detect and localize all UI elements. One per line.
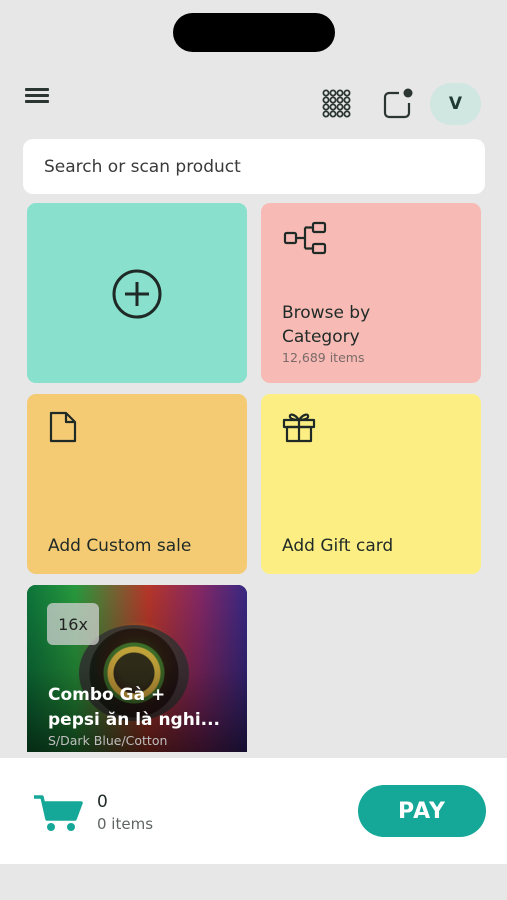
cart-icon[interactable] xyxy=(33,793,85,833)
pay-button[interactable]: PAY xyxy=(358,785,486,837)
product-name: Combo Gà + pepsi ăn là nghi... xyxy=(48,683,238,733)
browse-title-line1: Browse by xyxy=(282,303,371,323)
avatar[interactable]: V xyxy=(430,83,481,125)
product-name-line2: pepsi ăn là nghi... xyxy=(48,710,221,730)
add-circle-icon xyxy=(112,269,162,319)
cart-bar: 0 0 items PAY xyxy=(0,758,507,864)
quantity-badge: 16x xyxy=(47,603,99,645)
browse-title-line2: Category xyxy=(282,327,360,347)
browse-item-count: 12,689 items xyxy=(282,350,365,365)
apps-grid-icon[interactable] xyxy=(321,88,353,120)
gift-card-tile[interactable]: Add Gift card xyxy=(261,394,481,574)
gift-card-title: Add Gift card xyxy=(282,536,394,556)
add-product-tile[interactable] xyxy=(27,203,247,383)
cart-items-label: 0 items xyxy=(97,815,154,833)
product-tile[interactable]: 16x Combo Gà + pepsi ăn là nghi... S/Dar… xyxy=(27,585,247,752)
menu-icon[interactable] xyxy=(25,88,49,104)
search-input[interactable] xyxy=(42,155,466,178)
browse-category-tile[interactable]: Browse by Category 12,689 items xyxy=(261,203,481,383)
top-bar: V xyxy=(0,80,507,126)
product-variant: S/Dark Blue/Cotton xyxy=(48,733,168,748)
gift-icon xyxy=(282,413,316,443)
custom-sale-tile[interactable]: Add Custom sale xyxy=(27,394,247,574)
product-name-line1: Combo Gà + xyxy=(48,685,166,705)
category-tree-icon xyxy=(283,221,327,255)
device-notch xyxy=(173,13,335,52)
custom-sale-title: Add Custom sale xyxy=(48,536,192,556)
document-icon xyxy=(49,411,77,443)
cart-count: 0 xyxy=(97,792,108,812)
notification-icon[interactable] xyxy=(382,88,414,120)
search-bar[interactable] xyxy=(23,139,485,194)
